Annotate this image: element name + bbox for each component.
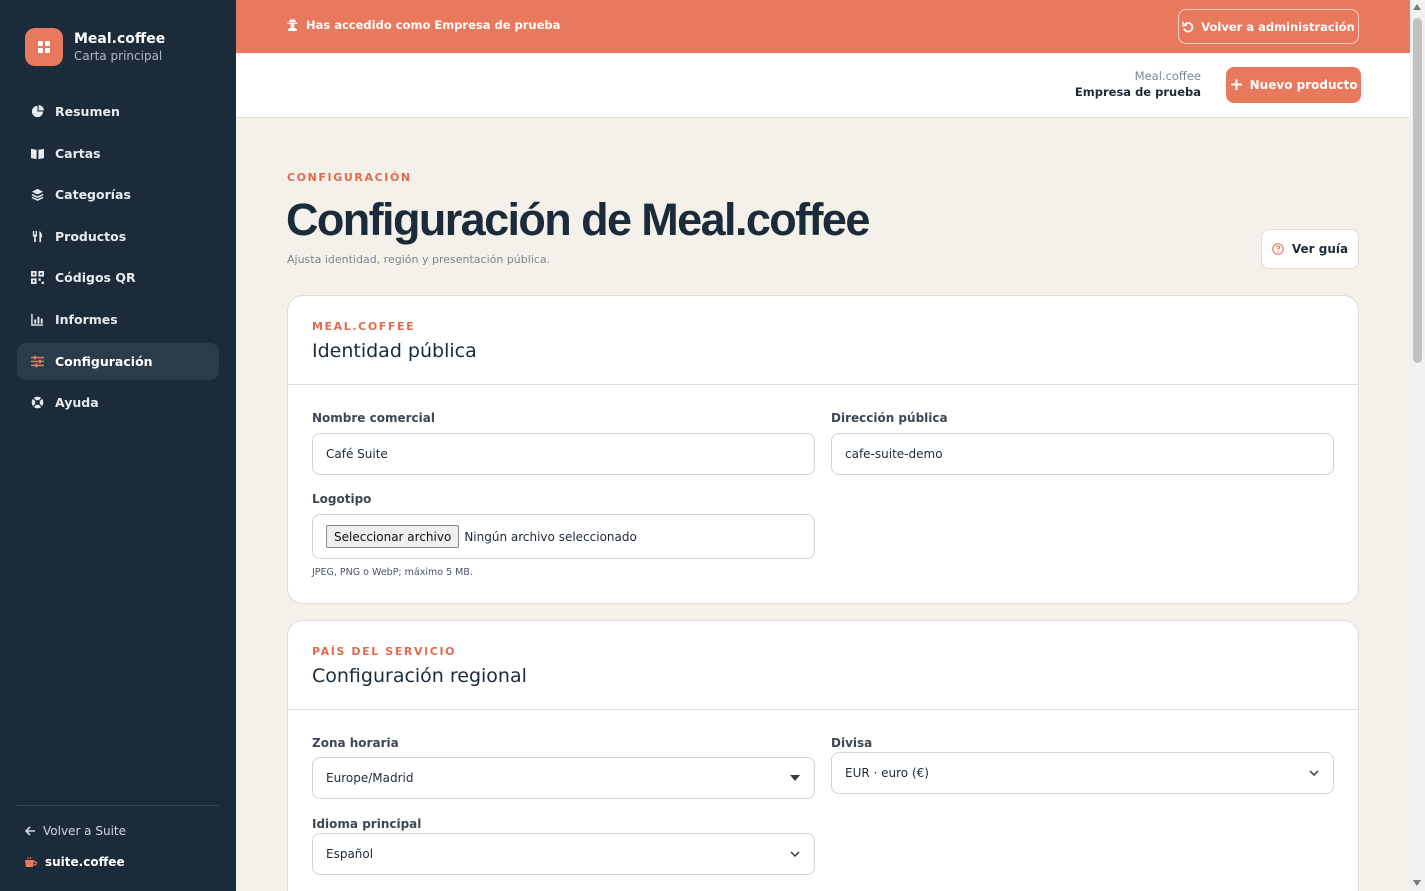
new-product-button[interactable]: + Nuevo producto [1226, 67, 1361, 103]
chevron-down-icon [790, 851, 800, 857]
regional-eyebrow: PAÍS DEL SERVICIO [312, 645, 457, 658]
undo-icon [1182, 21, 1194, 32]
sidebar-item-codigos-qr[interactable]: Códigos QR [17, 259, 219, 296]
coffee-cup-icon [25, 856, 37, 867]
public-address-input[interactable]: cafe-suite-demo [831, 433, 1334, 475]
top-header: Meal.coffee Empresa de prueba + Nuevo pr… [236, 53, 1410, 118]
page-subtitle: Ajusta identidad, región y presentación … [287, 253, 551, 266]
suite-brand[interactable]: suite.coffee [25, 855, 125, 869]
sidebar-item-ayuda[interactable]: Ayuda [17, 384, 219, 421]
public-address-value: cafe-suite-demo [845, 447, 943, 461]
sidebar-item-label: Categorías [55, 187, 131, 203]
page-title: Configuración de Meal.coffee [286, 194, 870, 245]
identity-title: Identidad pública [312, 340, 477, 362]
pie-chart-icon [31, 105, 44, 118]
sliders-icon [31, 355, 44, 367]
language-value: Español [326, 847, 374, 861]
file-status: Ningún archivo seleccionado [464, 529, 637, 544]
back-to-suite-link[interactable]: Volver a Suite [25, 824, 126, 838]
trade-name-value: Café Suite [326, 447, 388, 461]
bar-chart-icon [31, 313, 44, 326]
identity-eyebrow: MEAL.COFFEE [312, 320, 416, 333]
layers-icon [31, 189, 44, 202]
scroll-up-icon[interactable] [1413, 4, 1421, 10]
currency-field: Divisa EUR · euro (€) [831, 735, 1334, 794]
trade-name-input[interactable]: Café Suite [312, 433, 815, 475]
sidebar-item-categorias[interactable]: Categorías [17, 176, 219, 213]
page-scrollbar[interactable] [1410, 0, 1425, 891]
sidebar-item-label: Cartas [55, 145, 101, 161]
currency-value: EUR · euro (€) [845, 766, 929, 780]
timezone-label: Zona horaria [312, 736, 399, 750]
user-secret-icon [287, 19, 298, 31]
logo-label: Logotipo [312, 492, 372, 506]
logo-file-input[interactable]: Seleccionar archivo Ningún archivo selec… [312, 514, 815, 559]
sidebar-item-label: Resumen [55, 104, 120, 119]
timezone-field: Zona horaria Europe/Madrid [312, 735, 815, 799]
timezone-select[interactable]: Europe/Madrid [312, 757, 815, 799]
brand-name: Meal.coffee [74, 31, 166, 47]
sidebar: Meal.coffee Carta principal Resumen Cart… [0, 0, 236, 891]
utensils-icon [32, 230, 43, 242]
sidebar-item-label: Informes [55, 311, 118, 327]
sidebar-item-label: Códigos QR [55, 270, 136, 286]
regional-card-header: PAÍS DEL SERVICIO Configuración regional [288, 621, 1358, 710]
suite-brand-label: suite.coffee [45, 855, 125, 869]
currency-label: Divisa [831, 736, 873, 750]
select-file-button[interactable]: Seleccionar archivo [326, 525, 460, 548]
timezone-value: Europe/Madrid [326, 771, 414, 785]
regional-card: PAÍS DEL SERVICIO Configuración regional… [287, 620, 1359, 891]
qr-code-icon [31, 271, 44, 285]
plus-icon: + [1229, 74, 1244, 95]
view-guide-button[interactable]: Ver guía [1261, 229, 1359, 269]
sidebar-item-cartas[interactable]: Cartas [17, 135, 219, 172]
scroll-down-icon[interactable] [1413, 880, 1421, 886]
question-circle-icon [1272, 243, 1284, 255]
help-circle-icon [31, 396, 44, 409]
back-to-admin-label: Volver a administración [1201, 19, 1355, 34]
impersonation-text: Has accedido como Empresa de prueba [306, 18, 561, 32]
sidebar-item-configuracion[interactable]: Configuración [17, 342, 219, 380]
logo-hint: JPEG, PNG o WebP; máximo 5 MB. [312, 567, 473, 578]
public-address-label: Dirección pública [831, 411, 948, 425]
language-field: Idioma principal Español [312, 816, 815, 875]
sidebar-item-label: Productos [55, 228, 127, 244]
logo-field: Logotipo Seleccionar archivo Ningún arch… [312, 491, 815, 578]
brand[interactable]: Meal.coffee Carta principal [25, 28, 165, 66]
grid-icon [25, 28, 63, 66]
public-address-field: Dirección pública cafe-suite-demo [831, 410, 1334, 475]
sidebar-item-label: Ayuda [55, 395, 99, 411]
chevron-down-icon [1309, 770, 1319, 776]
caret-down-icon [790, 775, 800, 781]
book-open-icon [31, 148, 44, 159]
sidebar-nav: Resumen Cartas Categorías Productos Códi… [17, 93, 219, 426]
back-to-suite-label: Volver a Suite [43, 824, 126, 838]
sidebar-item-resumen[interactable]: Resumen [17, 93, 219, 130]
sidebar-item-productos[interactable]: Productos [17, 218, 219, 255]
scrollbar-thumb[interactable] [1413, 18, 1422, 363]
sidebar-item-label: Configuración [55, 353, 153, 369]
regional-title: Configuración regional [312, 665, 527, 687]
trade-name-label: Nombre comercial [312, 411, 435, 425]
back-to-admin-button[interactable]: Volver a administración [1178, 9, 1359, 44]
header-app-name: Meal.coffee [1134, 69, 1201, 83]
header-company-name: Empresa de prueba [1074, 85, 1201, 99]
sidebar-divider [17, 805, 219, 806]
organization-info: Meal.coffee Empresa de prueba [1075, 68, 1201, 101]
page-eyebrow: CONFIGURACIÓN [287, 171, 412, 184]
new-product-label: Nuevo producto [1249, 78, 1358, 92]
currency-select[interactable]: EUR · euro (€) [831, 752, 1334, 794]
language-label: Idioma principal [312, 817, 422, 831]
sidebar-item-informes[interactable]: Informes [17, 301, 219, 338]
view-guide-label: Ver guía [1291, 242, 1349, 256]
identity-card-header: MEAL.COFFEE Identidad pública [288, 296, 1358, 385]
brand-subtitle: Carta principal [74, 49, 163, 63]
trade-name-field: Nombre comercial Café Suite [312, 410, 815, 475]
impersonation-banner: Has accedido como Empresa de prueba Volv… [236, 0, 1410, 53]
identity-card: MEAL.COFFEE Identidad pública Nombre com… [287, 295, 1359, 604]
impersonation-notice: Has accedido como Empresa de prueba [287, 18, 560, 32]
language-select[interactable]: Español [312, 833, 815, 875]
arrow-left-icon [25, 826, 35, 836]
